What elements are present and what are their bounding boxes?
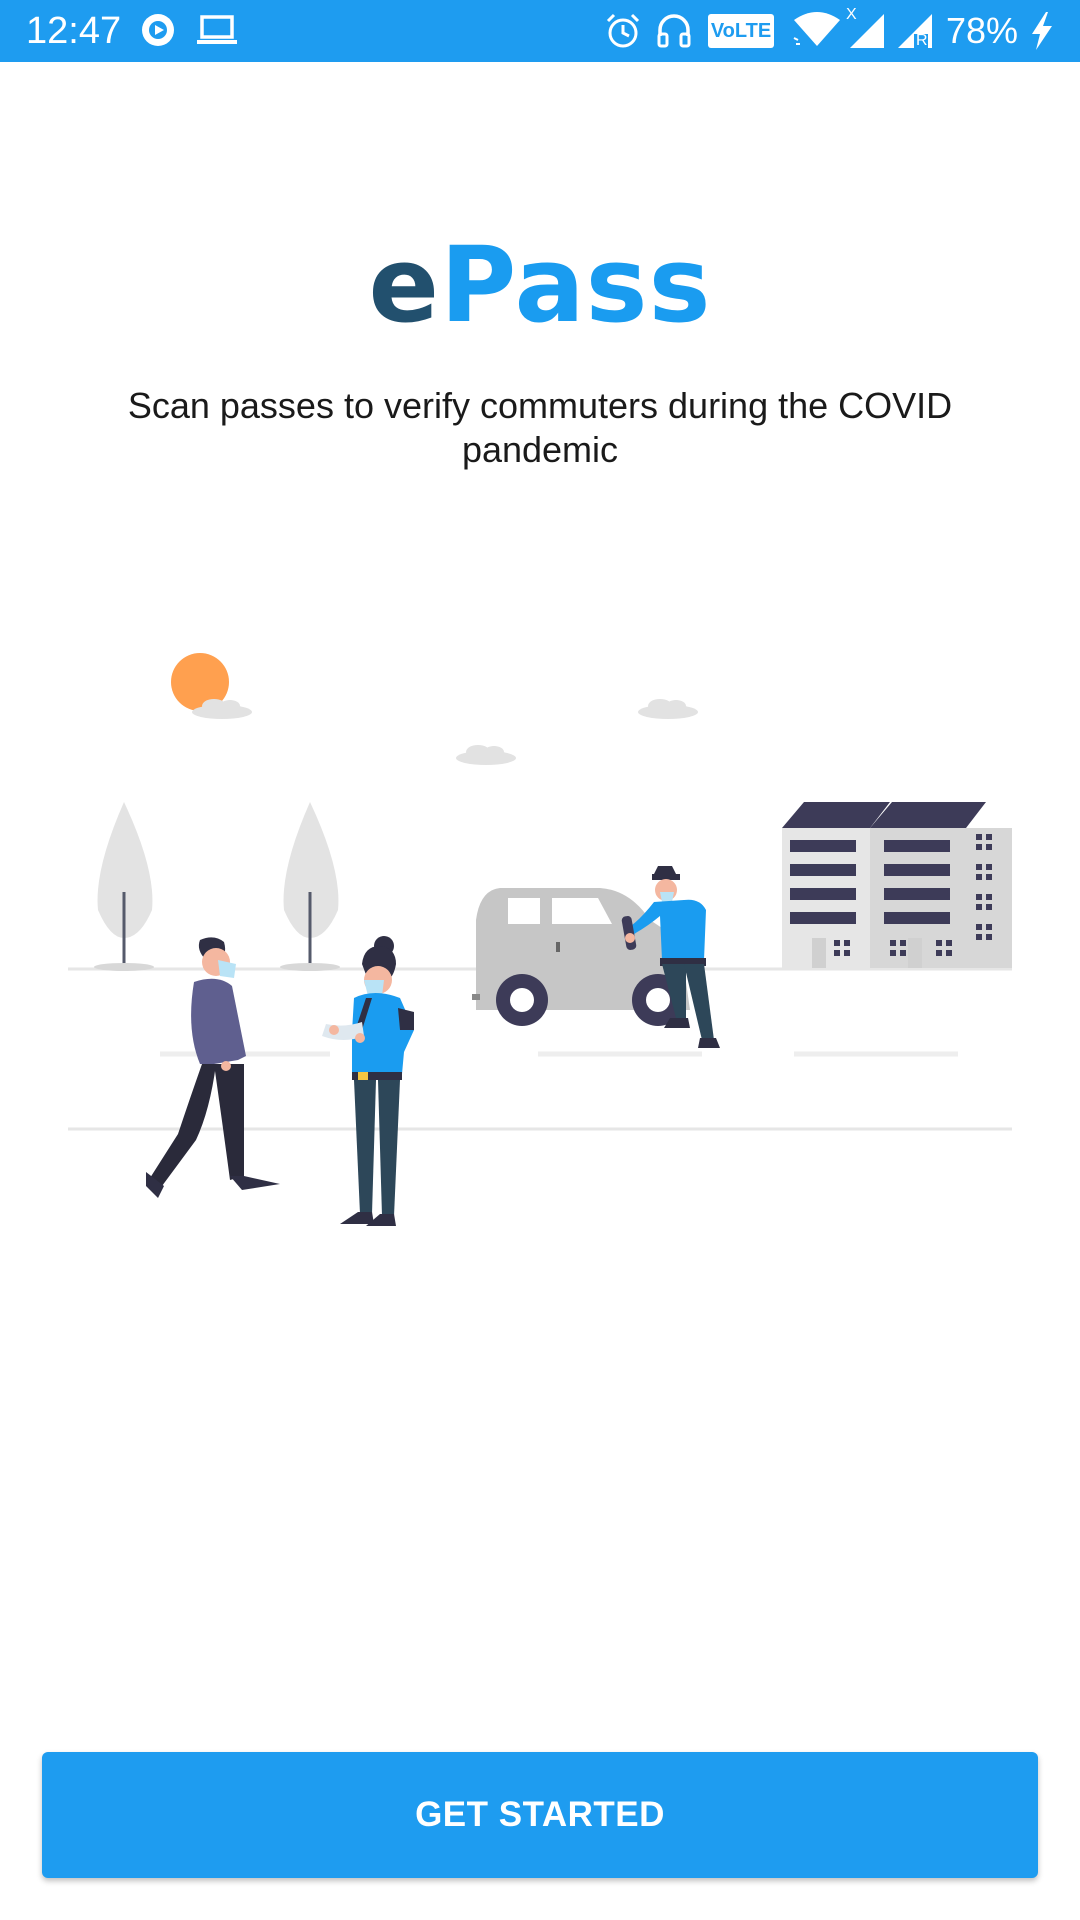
signal-roaming-icon xyxy=(898,14,932,50)
alarm-icon xyxy=(606,13,640,48)
laptop-icon xyxy=(197,15,237,44)
logo-suffix: Pass xyxy=(440,224,712,346)
play-circle-icon xyxy=(142,14,174,46)
headset-icon xyxy=(657,14,691,48)
building-icon xyxy=(782,802,1012,968)
police-checkpoint-illustration xyxy=(68,653,1012,1226)
screen: 12:47 VoLTE X R 78% ePass Scan passes to… xyxy=(0,0,1080,1920)
cloud-icon xyxy=(456,745,516,765)
volte-label: VoLTE xyxy=(710,20,772,42)
tree-icon xyxy=(94,802,154,971)
cloud-icon xyxy=(638,699,698,719)
tagline: Scan passes to verify commuters during t… xyxy=(127,385,953,470)
commuter-icon xyxy=(146,937,280,1198)
volte-icon: VoLTE xyxy=(708,14,774,48)
get-started-button[interactable]: GET STARTED xyxy=(42,1752,1038,1878)
logo-prefix: e xyxy=(368,224,441,346)
status-bar: 12:47 VoLTE X R 78% xyxy=(0,0,1080,62)
battery-percent: 78% xyxy=(945,10,1018,51)
battery-charging-icon xyxy=(1032,12,1052,50)
status-time: 12:47 xyxy=(26,10,122,52)
roaming-label: R xyxy=(916,32,928,49)
wifi-icon xyxy=(793,12,840,46)
officer-icon xyxy=(322,936,414,1226)
signal-icon xyxy=(850,14,884,48)
app-logo: ePass xyxy=(0,220,1080,350)
tree-icon xyxy=(280,802,340,971)
